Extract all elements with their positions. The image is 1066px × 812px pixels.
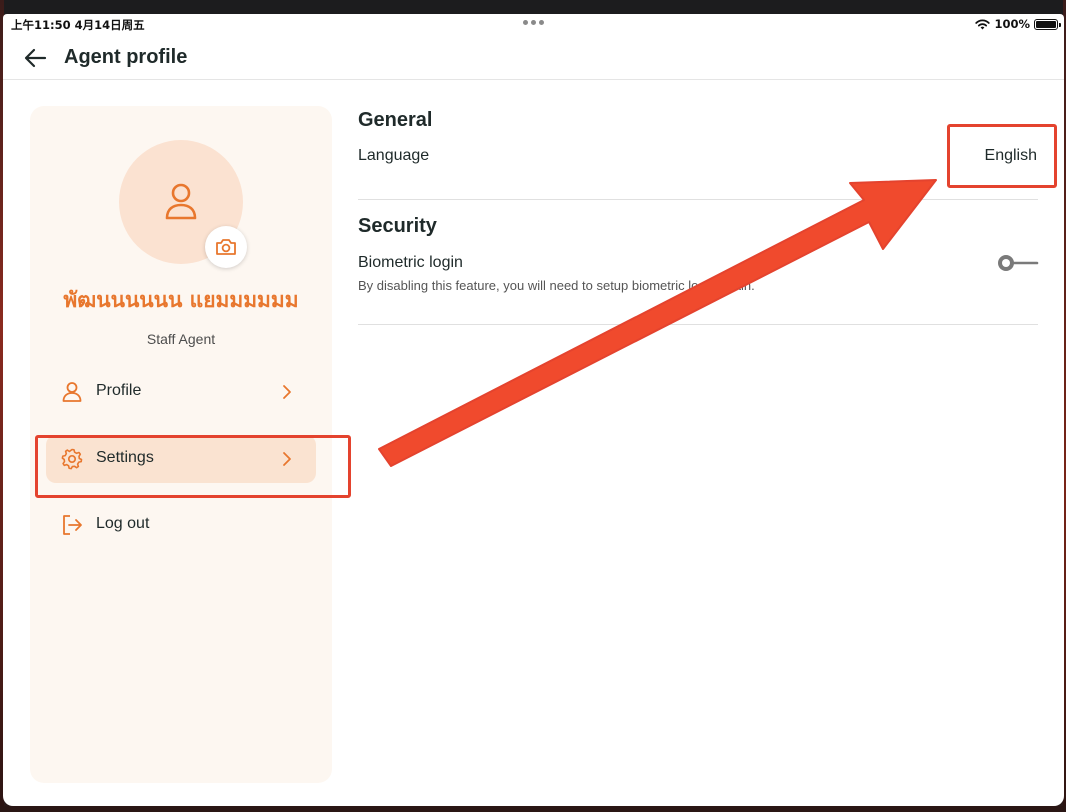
change-photo-button[interactable] (205, 226, 247, 268)
chevron-right-icon (283, 452, 291, 466)
chevron-right-icon (283, 385, 291, 399)
sidebar-item-logout[interactable]: Log out (46, 501, 316, 549)
device-frame-top (0, 0, 1066, 14)
camera-icon (216, 239, 236, 255)
gear-icon (61, 448, 83, 470)
battery-percent: 100% (994, 17, 1030, 31)
status-bar: 上午11:50 4月14日周五 100% (3, 14, 1064, 36)
user-icon (62, 382, 82, 402)
sidebar-item-label: Profile (96, 382, 142, 399)
section-divider (358, 199, 1038, 200)
sidebar-item-settings[interactable]: Settings (46, 435, 316, 483)
sidebar-item-label: Settings (96, 449, 154, 466)
general-section-title: General (358, 109, 433, 131)
biometric-login-label: Biometric login (358, 254, 463, 271)
status-time: 上午11:50 4月14日周五 (11, 18, 145, 32)
page-title: Agent profile (64, 46, 188, 68)
battery-icon (1034, 18, 1061, 30)
avatar (119, 140, 247, 268)
device-frame-bottom (0, 806, 1066, 812)
sidebar-item-label: Log out (96, 515, 150, 532)
biometric-toggle[interactable] (995, 252, 1039, 274)
language-selector[interactable]: English (985, 147, 1037, 165)
arrow-left-icon (24, 48, 47, 68)
person-icon (165, 183, 197, 220)
section-divider (358, 324, 1038, 325)
security-section-title: Security (358, 215, 437, 237)
page-header: Agent profile (3, 36, 1064, 80)
biometric-login-description: By disabling this feature, you will need… (358, 278, 755, 293)
profile-sidebar: พัฒนนนนนน แยมมมมมม Staff Agent Profile S… (30, 106, 332, 783)
app-screen: 上午11:50 4月14日周五 100% Agent profile พัฒนน… (3, 14, 1064, 806)
user-name: พัฒนนนนนน แยมมมมมม (63, 288, 299, 312)
back-button[interactable] (23, 46, 49, 70)
language-label: Language (358, 147, 430, 164)
status-right: 100% (975, 17, 1061, 31)
logout-icon (63, 515, 82, 535)
sidebar-item-profile[interactable]: Profile (46, 368, 316, 416)
wifi-icon (975, 19, 991, 29)
user-role: Staff Agent (146, 331, 216, 347)
multitasking-dots-icon[interactable] (523, 20, 544, 25)
